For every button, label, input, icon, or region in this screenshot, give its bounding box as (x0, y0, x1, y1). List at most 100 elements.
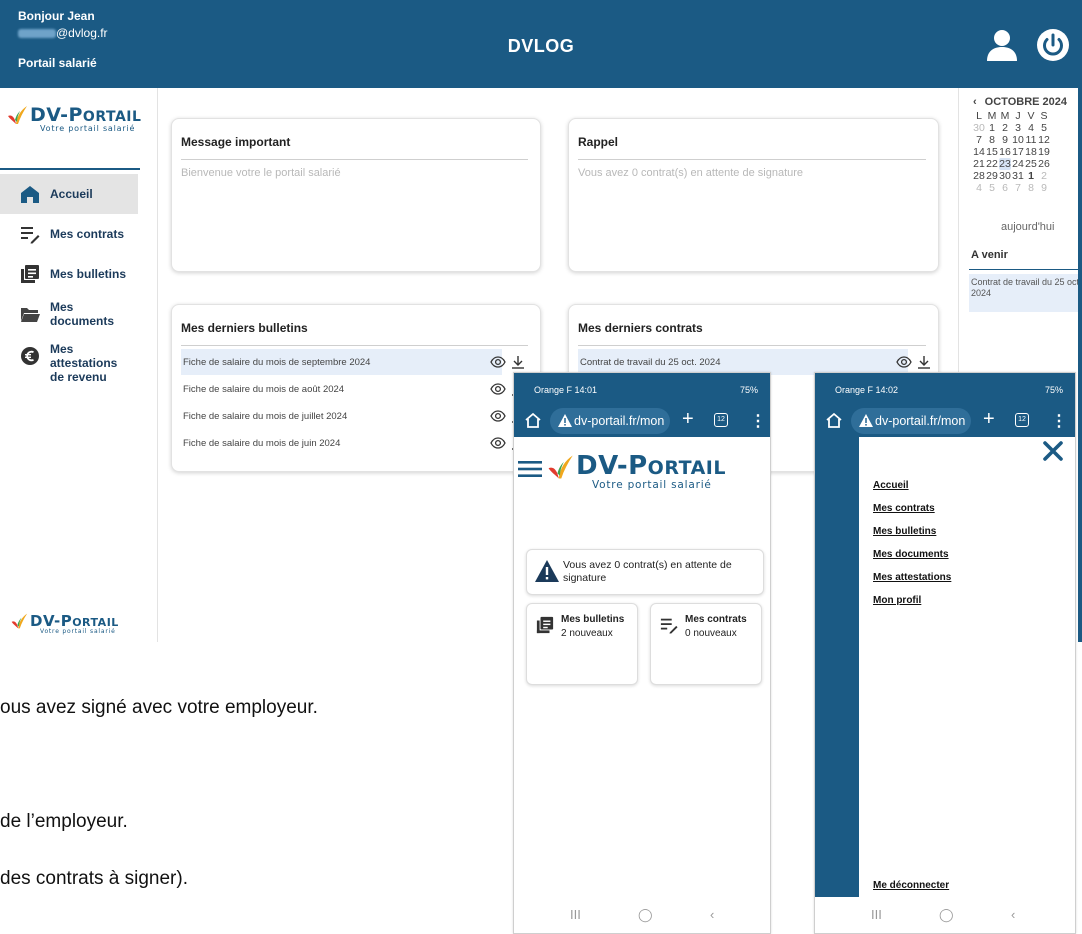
calendar-day[interactable]: 5 (1038, 122, 1050, 134)
home-button[interactable]: ◯ (638, 907, 653, 923)
calendar-day[interactable]: 7 (1012, 182, 1024, 194)
view-icon[interactable] (490, 435, 506, 451)
sidebar-item-attestations[interactable]: Mes attestations de revenu (0, 334, 138, 386)
logo-tagline: Votre portail salarié (40, 124, 136, 133)
power-icon[interactable] (1036, 28, 1070, 62)
calendar-day[interactable]: 12 (1038, 134, 1050, 146)
calendar-day[interactable]: 19 (1038, 146, 1050, 158)
calendar-day[interactable]: 15 (986, 146, 998, 158)
calendar-day[interactable]: 2 (1038, 170, 1050, 182)
status-battery: 75% (1044, 385, 1063, 395)
recent-apps-button[interactable]: III (871, 907, 882, 922)
new-tab-button[interactable]: + (983, 408, 995, 431)
calendar-day[interactable]: 8 (986, 134, 998, 146)
calendar-day[interactable]: 17 (1012, 146, 1024, 158)
calendar-week: 7 8 9 10 11 12 (973, 134, 1051, 146)
calendar-day[interactable]: 1 (1025, 170, 1037, 182)
calendar-day[interactable]: 25 (1025, 158, 1037, 170)
card-divider (578, 345, 926, 346)
logo-wordmark: DV-PORTAIL (576, 451, 726, 481)
calendar-day-today[interactable]: 23 (999, 158, 1011, 170)
hamburger-menu-icon[interactable] (518, 461, 542, 477)
calendar-day[interactable]: 31 (1012, 170, 1024, 182)
download-icon[interactable] (916, 354, 932, 370)
calendar-day[interactable]: 11 (1025, 134, 1037, 146)
upcoming-event[interactable]: Contrat de travail du 25 oct 2024 (969, 274, 1082, 312)
kebab-menu-icon[interactable]: ⋮ (1051, 411, 1067, 431)
view-icon[interactable] (490, 381, 506, 397)
payslip-row[interactable]: Fiche de salaire du mois de juillet 2024 (181, 403, 524, 429)
sidebar-item-bulletins[interactable]: Mes bulletins (0, 254, 138, 294)
card-title: Mes derniers bulletins (181, 321, 308, 335)
menu-item-accueil[interactable]: Accueil (873, 480, 951, 491)
sidebar-item-documents[interactable]: Mes documents (0, 294, 138, 334)
view-icon[interactable] (896, 354, 912, 370)
calendar-day[interactable]: 4 (973, 182, 985, 194)
calendar-day[interactable]: 10 (1012, 134, 1024, 146)
close-icon[interactable] (1041, 439, 1065, 463)
home-icon[interactable] (825, 411, 843, 429)
top-header: Bonjour Jean @dvlog.fr Portail salarié D… (0, 0, 1082, 88)
calendar-day[interactable]: 22 (986, 158, 998, 170)
calendar-day[interactable]: 29 (986, 170, 998, 182)
tile-contrats[interactable]: Mes contrats 0 nouveaux (650, 603, 762, 685)
sidebar-item-contrats[interactable]: Mes contrats (0, 214, 138, 254)
menu-item-attestations[interactable]: Mes attestations (873, 572, 951, 583)
payslip-row[interactable]: Fiche de salaire du mois de août 2024 (181, 376, 524, 402)
pending-signature-alert[interactable]: Vous avez 0 contrat(s) en attente de sig… (526, 549, 764, 595)
payslip-row[interactable]: Fiche de salaire du mois de septembre 20… (181, 349, 524, 375)
recent-apps-button[interactable]: III (570, 907, 581, 922)
menu-item-bulletins[interactable]: Mes bulletins (873, 526, 951, 537)
new-tab-button[interactable]: + (682, 408, 694, 431)
view-icon[interactable] (490, 354, 506, 370)
calendar-day[interactable]: 18 (1025, 146, 1037, 158)
payslip-row[interactable]: Fiche de salaire du mois de juin 2024 (181, 430, 524, 456)
user-icon[interactable] (985, 28, 1019, 62)
logo-wordmark: DV-PORTAIL (30, 104, 142, 126)
brand-logo-bottom: DV-PORTAIL Votre portail salarié (11, 612, 119, 635)
calendar-day[interactable]: 4 (1025, 122, 1037, 134)
download-icon[interactable] (510, 354, 526, 370)
calendar-day[interactable]: 26 (1038, 158, 1050, 170)
view-icon[interactable] (490, 408, 506, 424)
calendar-day[interactable]: 9 (999, 134, 1011, 146)
calendar-day[interactable]: 30 (973, 122, 985, 134)
menu-item-profil[interactable]: Mon profil (873, 595, 951, 606)
calendar-day[interactable]: 6 (999, 182, 1011, 194)
calendar-day[interactable]: 30 (999, 170, 1011, 182)
menu-item-documents[interactable]: Mes documents (873, 549, 951, 560)
logo-tagline: Votre portail salarié (592, 479, 712, 491)
calendar-day[interactable]: 24 (1012, 158, 1024, 170)
tabs-button[interactable]: 12 (714, 413, 728, 427)
home-icon[interactable] (524, 411, 542, 429)
calendar-day[interactable]: 8 (1025, 182, 1037, 194)
card-title: Rappel (578, 135, 619, 149)
portal-label: Portail salarié (18, 56, 97, 70)
calendar-day[interactable]: 3 (1012, 122, 1024, 134)
calendar-day[interactable]: 7 (973, 134, 985, 146)
tile-bulletins[interactable]: Mes bulletins 2 nouveaux (526, 603, 638, 685)
menu-item-contrats[interactable]: Mes contrats (873, 503, 951, 514)
logout-link[interactable]: Me déconnecter (873, 880, 949, 891)
message-important-card: Message important Bienvenue votre le por… (171, 118, 541, 272)
calendar-day[interactable]: 21 (973, 158, 985, 170)
calendar-day[interactable]: 14 (973, 146, 985, 158)
doc-text-line-2: de l’employeur. (0, 811, 128, 832)
home-button[interactable]: ◯ (939, 907, 954, 923)
calendar-day[interactable]: 1 (986, 122, 998, 134)
calendar-prev-button[interactable]: ‹ (973, 96, 977, 108)
back-button[interactable]: ‹ (710, 907, 714, 922)
back-button[interactable]: ‹ (1011, 907, 1015, 922)
sidebar-item-accueil[interactable]: Accueil (0, 174, 138, 214)
tabs-button[interactable]: 12 (1015, 413, 1029, 427)
warning-icon (859, 414, 873, 427)
calendar-day[interactable]: 9 (1038, 182, 1050, 194)
kebab-menu-icon[interactable]: ⋮ (750, 411, 766, 431)
calendar-day[interactable]: 16 (999, 146, 1011, 158)
calendar-day[interactable]: 2 (999, 122, 1011, 134)
calendar-day[interactable]: 5 (986, 182, 998, 194)
calendar-week: 28 29 30 31 1 2 (973, 170, 1051, 182)
calendar-day[interactable]: 28 (973, 170, 985, 182)
flame-logo-icon (11, 613, 28, 629)
calendar-today-button[interactable]: aujourd'hui (1001, 221, 1054, 233)
